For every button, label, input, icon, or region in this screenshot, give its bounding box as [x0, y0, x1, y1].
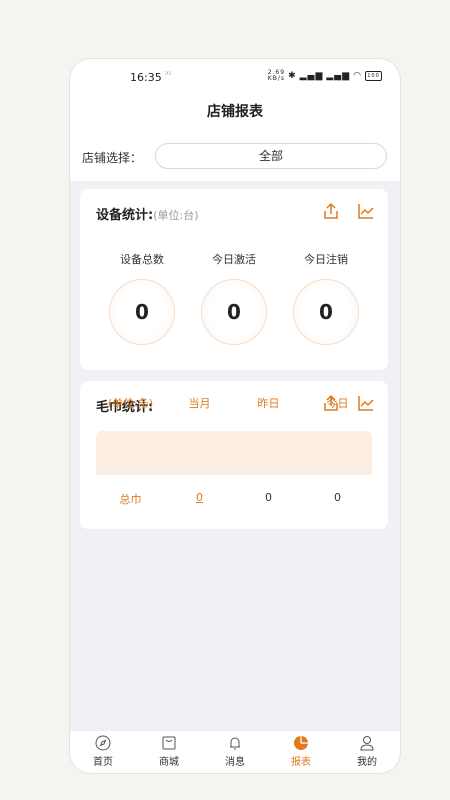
bluetooth-icon: ✱ — [288, 71, 297, 81]
page-header: 店铺报表 — [70, 93, 400, 135]
table-cell-yesterday: 0 — [265, 491, 272, 504]
compass-icon — [95, 735, 111, 751]
stat-total-devices: 设备总数 0 — [102, 251, 182, 345]
status-bar: 16:35 ³¹ 2.69 KB/s ✱ ▂▄▆ ▂▄▆ ◠ 100 — [70, 59, 400, 93]
share-icon[interactable] — [322, 202, 340, 220]
stat-label: 今日注销 — [304, 253, 348, 266]
store-select-label: 店铺选择： — [82, 151, 143, 165]
page-title: 店铺报表 — [207, 104, 263, 120]
table-cell-month[interactable]: 0 — [165, 491, 234, 504]
phone-screen: 16:35 ³¹ 2.69 KB/s ✱ ▂▄▆ ▂▄▆ ◠ 100 店铺报表 店… — [69, 58, 401, 774]
trend-chart-icon[interactable] — [357, 202, 375, 220]
signal-icon: ▂▄▆ — [299, 71, 324, 81]
tab-profile[interactable]: 我的 — [334, 735, 400, 768]
tab-reports[interactable]: 报表 — [268, 735, 334, 768]
towel-table-header — [96, 431, 372, 475]
stat-value: 0 — [293, 279, 359, 345]
signal-icon-2: ▂▄▆ — [326, 71, 351, 81]
table-row-label: 总巾 — [119, 493, 142, 506]
stat-label: 设备总数 — [120, 253, 164, 266]
tab-messages[interactable]: 消息 — [202, 735, 268, 768]
tab-shop[interactable]: 商城 — [136, 735, 202, 768]
stat-today-cancelled: 今日注销 0 — [286, 251, 366, 345]
tab-label: 首页 — [93, 757, 113, 768]
table-header-today: 今日 — [326, 397, 349, 410]
device-stats-heading: 设备统计: — [96, 208, 154, 223]
wifi-icon: ◠ — [353, 71, 362, 81]
stat-value: 0 — [109, 279, 175, 345]
battery-icon: 100 — [365, 71, 382, 81]
table-header-unit: (单位:条) — [107, 397, 154, 410]
table-cell-today: 0 — [334, 491, 341, 504]
store-selector-bar: 店铺选择： 全部 — [70, 135, 400, 181]
shop-icon — [161, 735, 177, 751]
tab-label: 消息 — [225, 757, 245, 768]
table-header-month: 当月 — [188, 397, 211, 410]
status-icons: 2.69 KB/s ✱ ▂▄▆ ▂▄▆ ◠ 100 — [268, 70, 382, 82]
store-select[interactable]: 全部 — [155, 143, 387, 169]
towel-stats-card: 毛巾统计: (单位:条) 当月 昨日 今日 总巾 0 0 0 — [80, 381, 388, 529]
tab-label: 商城 — [159, 757, 179, 768]
tab-home[interactable]: 首页 — [70, 735, 136, 768]
bell-icon — [227, 735, 243, 751]
status-indicator: ³¹ — [165, 70, 172, 79]
tab-label: 我的 — [357, 757, 377, 768]
tab-label: 报表 — [291, 757, 311, 768]
table-header-yesterday: 昨日 — [257, 397, 280, 410]
user-icon — [359, 735, 375, 751]
device-stats-unit: (单位:台) — [153, 209, 199, 222]
stat-label: 今日激活 — [212, 253, 256, 266]
stat-value: 0 — [201, 279, 267, 345]
network-speed: 2.69 KB/s — [267, 69, 286, 82]
device-stats-title: 设备统计:(单位:台) — [96, 204, 199, 223]
device-stats-card: 设备统计:(单位:台) 设备总数 0 今日激活 0 今日注销 0 — [80, 189, 388, 370]
bottom-tab-bar: 首页 商城 消息 报表 我的 — [70, 730, 400, 773]
stat-today-activated: 今日激活 0 — [194, 251, 274, 345]
status-time: 16:35 — [130, 71, 162, 84]
pie-chart-icon — [293, 735, 309, 751]
